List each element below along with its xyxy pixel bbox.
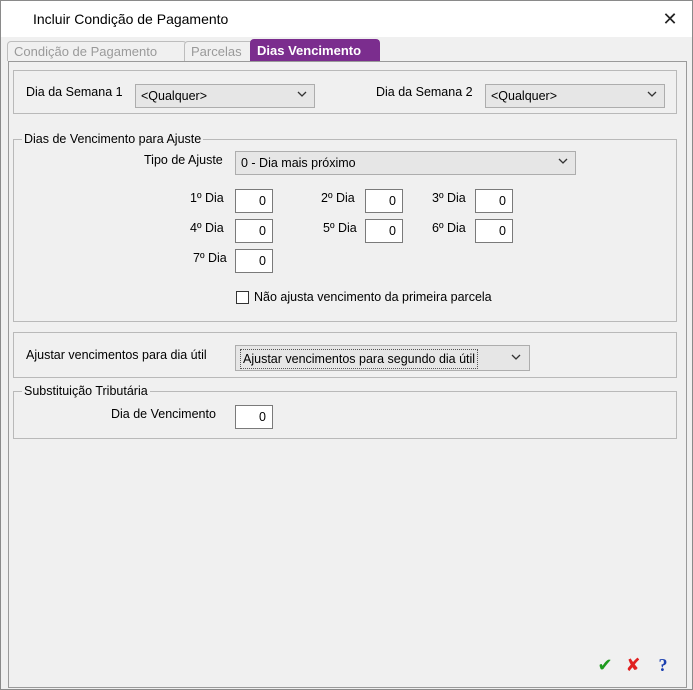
title-bar: Incluir Condição de Pagamento ✕ [1, 1, 692, 37]
weekday1-label: Dia da Semana 1 [26, 85, 123, 99]
adjust-days-panel: Dias de Vencimento para Ajuste Tipo de A… [13, 132, 677, 322]
tab-dias-vencimento[interactable]: Dias Vencimento [250, 39, 380, 61]
day7-label: 7º Dia [193, 251, 227, 265]
tab-condicao-pagamento[interactable]: Condição de Pagamento [7, 41, 187, 61]
day4-input[interactable]: 0 [235, 219, 273, 243]
due-day-input[interactable]: 0 [235, 405, 273, 429]
day6-label: 6º Dia [432, 221, 466, 235]
day3-input[interactable]: 0 [475, 189, 513, 213]
tax-substitution-panel: Substituição Tributária Dia de Venciment… [13, 384, 677, 439]
business-day-panel: Ajustar vencimentos para dia útil Ajusta… [13, 332, 677, 378]
cross-icon[interactable]: ✘ [620, 651, 646, 677]
tab-content: Dia da Semana 1 <Qualquer> Dia da Semana… [8, 61, 687, 688]
weekday2-value: <Qualquer> [491, 89, 558, 103]
no-adjust-first-checkbox[interactable] [236, 291, 249, 304]
day7-input[interactable]: 0 [235, 249, 273, 273]
business-day-select[interactable]: Ajustar vencimentos para segundo dia úti… [235, 345, 530, 371]
weekday1-select[interactable]: <Qualquer> [135, 84, 315, 108]
day2-label: 2º Dia [321, 191, 355, 205]
business-day-label: Ajustar vencimentos para dia útil [26, 348, 207, 362]
day1-label: 1º Dia [190, 191, 224, 205]
close-icon[interactable]: ✕ [658, 7, 682, 31]
weekday2-select[interactable]: <Qualquer> [485, 84, 665, 108]
day6-input[interactable]: 0 [475, 219, 513, 243]
chevron-down-icon [557, 152, 569, 174]
tab-parcelas[interactable]: Parcelas [184, 41, 254, 61]
dialog-window: Incluir Condição de Pagamento ✕ Condição… [0, 0, 693, 690]
weekday1-value: <Qualquer> [141, 89, 208, 103]
footer-buttons: ✔ ✘ ? [592, 651, 682, 677]
chevron-down-icon [296, 85, 308, 107]
day4-label: 4º Dia [190, 221, 224, 235]
day2-input[interactable]: 0 [365, 189, 403, 213]
chevron-down-icon [511, 348, 523, 370]
weekday2-label: Dia da Semana 2 [376, 85, 473, 99]
tab-bar: Condição de Pagamento Parcelas Dias Venc… [7, 39, 691, 61]
window-title: Incluir Condição de Pagamento [33, 11, 229, 27]
adjust-type-label: Tipo de Ajuste [144, 153, 223, 167]
day5-input[interactable]: 0 [365, 219, 403, 243]
day5-label: 5º Dia [323, 221, 357, 235]
chevron-down-icon [646, 85, 658, 107]
day1-input[interactable]: 0 [235, 189, 273, 213]
adjust-days-legend: Dias de Vencimento para Ajuste [22, 132, 204, 146]
adjust-type-select[interactable]: 0 - Dia mais próximo [235, 151, 576, 175]
day3-label: 3º Dia [432, 191, 466, 205]
due-day-label: Dia de Vencimento [111, 407, 216, 421]
business-day-value: Ajustar vencimentos para segundo dia úti… [240, 349, 479, 369]
check-icon[interactable]: ✔ [592, 651, 618, 677]
no-adjust-first-label[interactable]: Não ajusta vencimento da primeira parcel… [254, 290, 492, 304]
tax-substitution-legend: Substituição Tributária [22, 384, 150, 398]
weekday-panel: Dia da Semana 1 <Qualquer> Dia da Semana… [13, 70, 677, 114]
question-icon[interactable]: ? [650, 651, 676, 677]
adjust-type-value: 0 - Dia mais próximo [241, 156, 356, 170]
